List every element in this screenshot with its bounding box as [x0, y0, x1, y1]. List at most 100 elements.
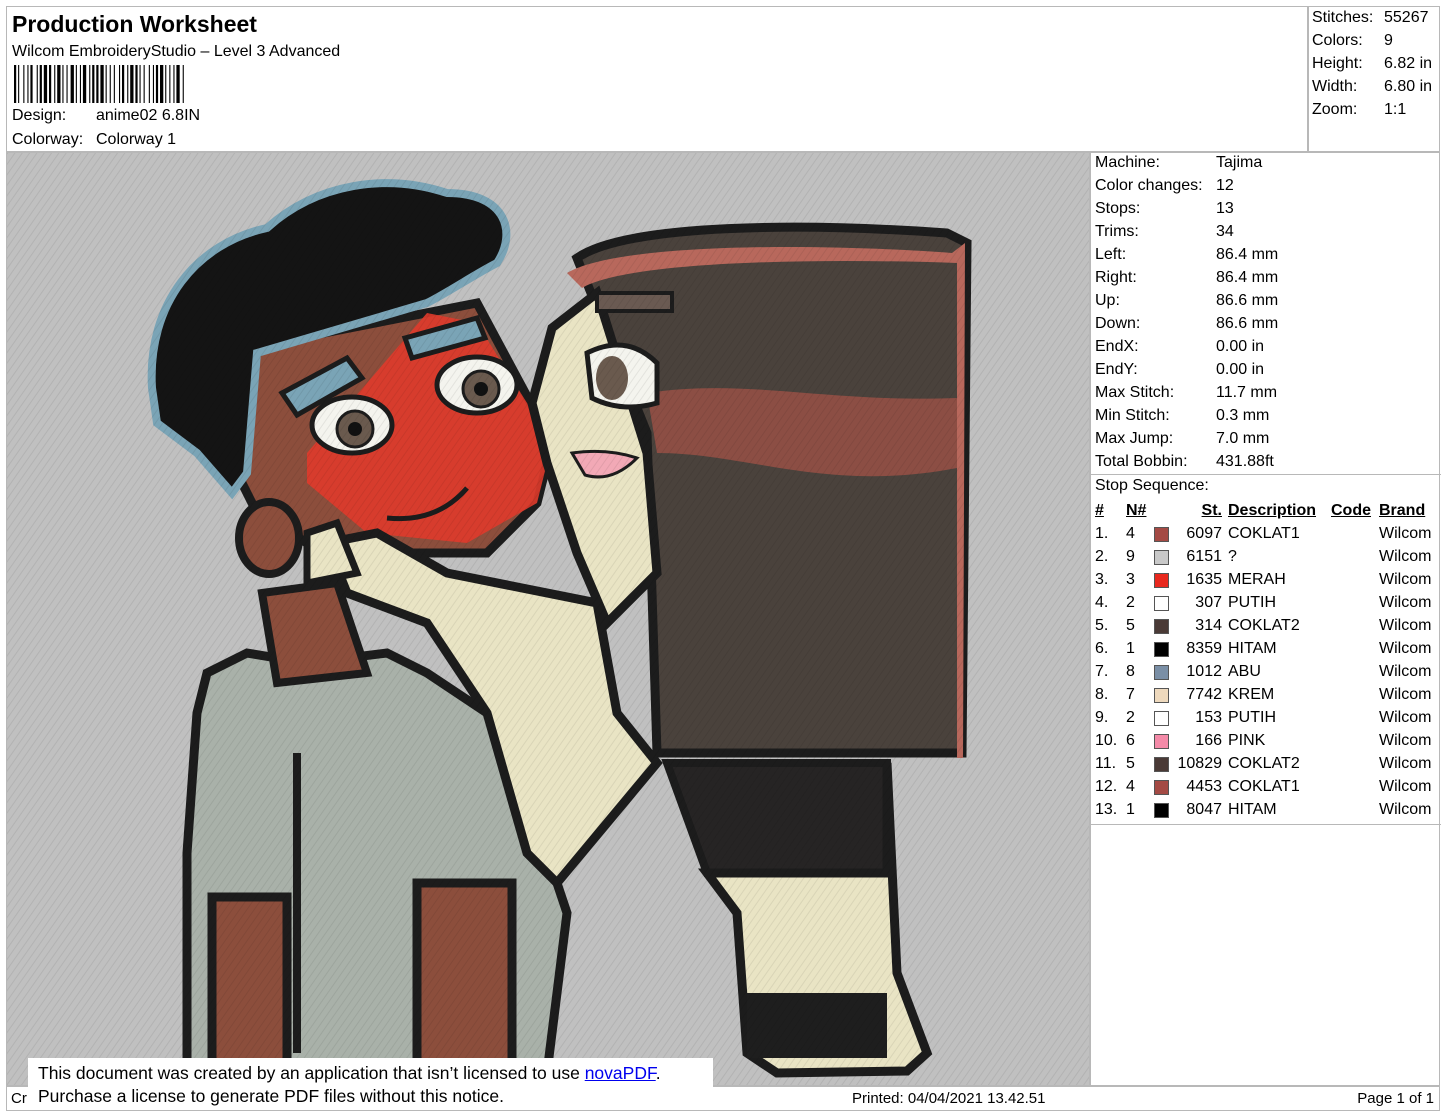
needle-number: 4 [1126, 778, 1135, 795]
color-description: HITAM [1228, 640, 1277, 657]
software-name: Wilcom EmbroideryStudio – Level 3 Advanc… [12, 43, 341, 60]
info-row: Min Stitch: 0.3 mm [1095, 406, 1269, 429]
barcode-bar [165, 65, 167, 103]
needle-number: 5 [1126, 755, 1135, 772]
barcode-bar [30, 65, 33, 103]
info-value: 34 [1216, 223, 1234, 240]
info-value: 13 [1216, 200, 1234, 217]
design-row: Design: anime02 6.8IN [12, 107, 200, 125]
stitch-count: 166 [1195, 732, 1222, 749]
summary-row: Height: 6.82 in [1312, 55, 1432, 73]
stop-number: 12. [1095, 778, 1118, 795]
stitch-count: 1012 [1186, 663, 1222, 680]
stop-sequence-header: # N# St. Description Code Brand [1091, 499, 1441, 522]
novapdf-link[interactable]: novaPDF [585, 1063, 656, 1083]
color-swatch [1154, 688, 1169, 703]
barcode-bar [139, 65, 141, 103]
info-value: 86.6 mm [1216, 315, 1279, 332]
info-row: Total Bobbin: 431.88ft [1095, 452, 1274, 475]
stop-sequence-row: 6. 1 8359 HITAM Wilcom [1091, 637, 1441, 660]
color-description: COKLAT1 [1228, 778, 1300, 795]
thread-brand: Wilcom [1379, 801, 1432, 818]
info-row: Down: 86.6 mm [1095, 314, 1278, 337]
needle-number: 1 [1126, 640, 1135, 657]
barcode [14, 65, 184, 103]
notice-line-1: This document was created by an applicat… [38, 1062, 713, 1085]
needle-number: 2 [1126, 594, 1135, 611]
stop-sequence-row: 10. 6 166 PINK Wilcom [1091, 729, 1441, 752]
divider [1091, 474, 1441, 475]
footer-left-text: Cr [11, 1090, 27, 1107]
barcode-bar [57, 65, 61, 103]
info-label: Max Jump: [1095, 430, 1174, 447]
barcode-bar [66, 65, 68, 103]
info-label: Total Bobbin: [1095, 453, 1188, 470]
stop-sequence-row: 11. 5 10829 COKLAT2 Wilcom [1091, 752, 1441, 775]
stop-sequence-title: Stop Sequence: [1095, 477, 1209, 494]
info-value: 86.4 mm [1216, 246, 1279, 263]
summary-value: 6.82 in [1384, 55, 1433, 72]
needle-number: 1 [1126, 801, 1135, 818]
thread-brand: Wilcom [1379, 617, 1432, 634]
barcode-bar [36, 65, 38, 103]
barcode-bar [96, 65, 99, 103]
stitch-count: 6151 [1186, 548, 1222, 565]
color-swatch [1154, 780, 1169, 795]
barcode-bar [100, 65, 104, 103]
info-value: 11.7 mm [1216, 384, 1278, 401]
barcode-bar [23, 65, 25, 103]
stitch-count: 153 [1195, 709, 1222, 726]
stop-number: 4. [1095, 594, 1109, 611]
thread-brand: Wilcom [1379, 548, 1432, 565]
thread-brand: Wilcom [1379, 525, 1432, 542]
thread-brand: Wilcom [1379, 709, 1432, 726]
color-description: KREM [1228, 686, 1275, 703]
stitch-count: 10829 [1177, 755, 1223, 772]
barcode-bar [49, 65, 52, 103]
design-label: Design: [12, 107, 67, 124]
info-value: 12 [1216, 177, 1234, 194]
stop-sequence-table: # N# St. Description Code Brand 1. 4 6097 C… [1091, 499, 1441, 821]
info-value: Tajima [1216, 154, 1263, 171]
thread-brand: Wilcom [1379, 778, 1432, 795]
stitch-count: 4453 [1186, 778, 1222, 795]
color-description: MERAH [1228, 571, 1286, 588]
barcode-bar [89, 65, 91, 103]
notice-text: . [655, 1063, 661, 1083]
summary-value: 9 [1384, 32, 1393, 49]
color-swatch [1154, 619, 1169, 634]
stop-sequence-row: 8. 7 7742 KREM Wilcom [1091, 683, 1441, 706]
needle-number: 5 [1126, 617, 1135, 634]
stitch-count: 8359 [1186, 640, 1222, 657]
worksheet-title: Production Worksheet [12, 11, 257, 37]
info-row: EndX: 0.00 in [1095, 337, 1264, 360]
summary-row: Zoom: 1:1 [1312, 101, 1406, 119]
summary-value: 55267 [1384, 9, 1429, 26]
col-header-needle: N# [1126, 502, 1147, 519]
barcode-bar [127, 65, 129, 103]
col-header-num: # [1095, 502, 1104, 519]
barcode-bar [148, 65, 150, 103]
color-description: PUTIH [1228, 709, 1276, 726]
stitch-count: 8047 [1186, 801, 1222, 818]
needle-number: 7 [1126, 686, 1135, 703]
barcode-bar [43, 65, 48, 103]
colorway-label: Colorway: [12, 131, 84, 148]
info-label: Max Stitch: [1095, 384, 1175, 401]
barcode-bar [176, 65, 180, 103]
page-number: Page 1 of 1 [1357, 1090, 1434, 1107]
thread-brand: Wilcom [1379, 755, 1432, 772]
thread-brand: Wilcom [1379, 732, 1432, 749]
info-row: Color changes: 12 [1095, 176, 1234, 199]
col-header-description: Description [1228, 502, 1317, 519]
notice-line-2: Purchase a license to generate PDF files… [38, 1086, 504, 1106]
info-row: Stops: 13 [1095, 199, 1234, 222]
stitch-count: 307 [1195, 594, 1222, 611]
color-swatch [1154, 734, 1169, 749]
info-value: 7.0 mm [1216, 430, 1270, 447]
design-value: anime02 6.8IN [96, 107, 201, 124]
stop-number: 2. [1095, 548, 1109, 565]
color-swatch [1154, 642, 1169, 657]
needle-number: 4 [1126, 525, 1135, 542]
color-swatch [1154, 665, 1169, 680]
